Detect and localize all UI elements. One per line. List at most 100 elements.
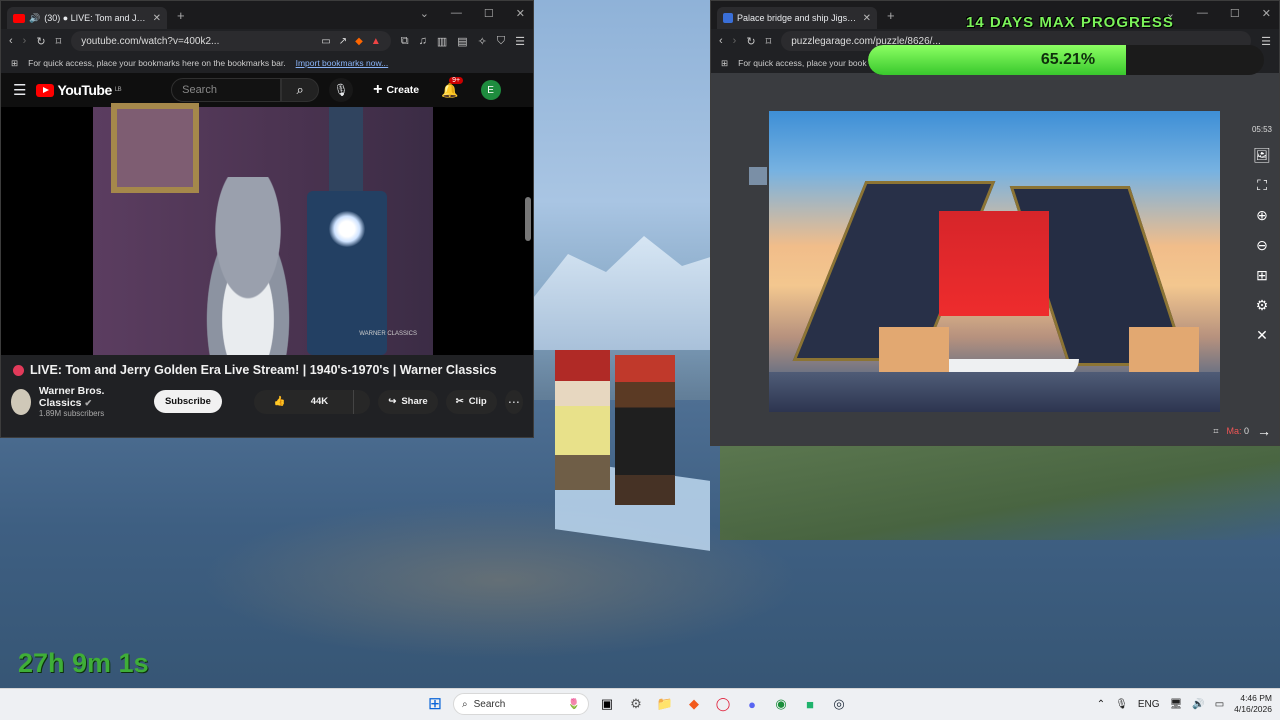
close-tab-icon[interactable]: ✕ <box>153 13 161 24</box>
page-scrollbar[interactable] <box>525 197 531 241</box>
youtube-favicon-icon <box>13 13 25 23</box>
tab-youtube[interactable]: 🔊 (30) ● LIVE: Tom and Jerry G ✕ <box>7 7 167 29</box>
discord-icon[interactable]: ● <box>741 693 763 715</box>
import-bookmarks-link[interactable]: Import bookmarks now... <box>296 58 389 68</box>
search-icon: ⌕ <box>462 698 468 710</box>
windows-start-icon[interactable]: ⊞ <box>424 693 446 715</box>
sort-pieces-icon[interactable]: ⊞ <box>1256 267 1268 284</box>
microphone-icon[interactable]: 🎙 <box>1115 699 1128 710</box>
tab-puzzle[interactable]: Palace bridge and ship Jigsaw P ✕ <box>717 7 877 29</box>
maximize-icon[interactable]: ☐ <box>484 7 494 20</box>
game-app-icon[interactable]: ■ <box>799 693 821 715</box>
search-button[interactable]: ⌕ <box>281 78 320 102</box>
close-tab-icon[interactable]: ✕ <box>863 13 871 24</box>
verified-icon: ✔ <box>84 398 92 408</box>
vpn-icon[interactable]: ⛉ <box>497 35 505 48</box>
moves-label: Ma: 0 <box>1226 426 1249 436</box>
brave-browser-icon[interactable]: ◆ <box>683 693 705 715</box>
back-icon[interactable]: ‹ <box>9 35 13 47</box>
bookmark-icon[interactable]: ⌑ <box>56 35 62 48</box>
settings-icon[interactable]: ⚙ <box>625 693 647 715</box>
channel-name[interactable]: Warner Bros. Classics ✔ <box>39 385 132 409</box>
thumbs-up-icon: 👍 <box>273 396 286 407</box>
youtube-logo[interactable]: YouTube LB <box>36 82 122 98</box>
apps-grid-icon[interactable]: ⊞ <box>11 58 18 69</box>
bookmark-icon[interactable]: ⌑ <box>766 35 772 48</box>
rewards-icon[interactable]: ▲ <box>371 36 381 47</box>
new-tab-icon[interactable]: + <box>177 8 185 23</box>
opera-icon[interactable]: ◯ <box>712 693 734 715</box>
music-icon[interactable]: ♫ <box>419 35 427 47</box>
puzzle-board[interactable]: 05:53 🖼 ⛶ ⊕ ⊖ ⊞ ⚙ ✕ ⌗ Ma: 0 → <box>711 73 1279 445</box>
create-button[interactable]: + Create <box>373 81 419 99</box>
steam-icon[interactable]: ◎ <box>828 693 850 715</box>
chevron-down-icon[interactable]: ⌄ <box>420 7 429 20</box>
task-view-icon[interactable]: ▣ <box>596 693 618 715</box>
player-character-2 <box>615 355 675 505</box>
network-icon[interactable]: 🖥 <box>1170 699 1183 710</box>
close-icon[interactable]: ✕ <box>1256 327 1268 344</box>
sidebar-icon[interactable]: ▥ <box>437 35 447 48</box>
puzzle-image[interactable] <box>769 111 1220 412</box>
share-button[interactable]: ↪ Share <box>378 389 438 414</box>
apps-grid-icon[interactable]: ⊞ <box>721 58 728 69</box>
zoom-in-icon[interactable]: ⊕ <box>1256 207 1268 224</box>
minimize-icon[interactable]: — <box>451 7 462 20</box>
account-avatar[interactable]: E <box>480 80 501 100</box>
cast-icon[interactable]: ▭ <box>321 36 330 47</box>
image-preview-icon[interactable]: 🖼 <box>1253 147 1271 164</box>
next-arrow-icon[interactable]: → <box>1257 423 1271 439</box>
dislike-button[interactable]: 👎 <box>353 389 370 414</box>
close-window-icon[interactable]: ✕ <box>516 7 525 20</box>
channel-avatar[interactable] <box>11 388 31 415</box>
minimize-icon[interactable]: — <box>1197 7 1208 20</box>
mic-icon: 🎙 <box>333 83 349 97</box>
fullscreen-icon[interactable]: ⛶ <box>1257 177 1267 194</box>
notifications-button[interactable]: 🔔 9+ <box>441 76 464 99</box>
leo-icon[interactable]: ✧ <box>478 35 487 48</box>
extension-icon[interactable]: ⧉ <box>401 35 409 48</box>
clock[interactable]: 4:46 PM 4/16/2026 <box>1234 693 1272 715</box>
hamburger-menu-icon[interactable]: ☰ <box>13 81 26 99</box>
settings-gear-icon[interactable]: ⚙ <box>1256 297 1269 314</box>
notification-badge: 9+ <box>449 76 464 84</box>
taskbar-apps: ⊞ ⌕ Search 🌷 ▣ ⚙ 📁 ◆ ◯ ● ◉ ■ ◎ <box>424 693 850 715</box>
more-actions-button[interactable]: ⋯ <box>504 389 524 414</box>
loose-puzzle-piece[interactable] <box>749 167 767 185</box>
taskbar-search[interactable]: ⌕ Search 🌷 <box>453 693 589 715</box>
chrome-icon[interactable]: ◉ <box>770 693 792 715</box>
thumbs-down-icon: 👎 <box>364 390 370 414</box>
clip-button[interactable]: ✂ Clip <box>445 389 497 414</box>
language-indicator[interactable]: ENG <box>1138 699 1160 710</box>
reload-icon[interactable]: ↻ <box>746 35 755 48</box>
share-page-icon[interactable]: ↗ <box>339 36 347 47</box>
back-icon[interactable]: ‹ <box>719 35 723 47</box>
voice-search-button[interactable]: 🎙 <box>329 78 354 102</box>
reload-icon[interactable]: ↻ <box>36 35 45 48</box>
like-button[interactable]: 👍 44K <box>254 390 348 414</box>
zoom-out-icon[interactable]: ⊖ <box>1256 237 1268 254</box>
scissors-icon: ✂ <box>455 396 464 407</box>
file-explorer-icon[interactable]: 📁 <box>654 693 676 715</box>
address-bar[interactable]: youtube.com/watch?v=400k2... ▭ ↗ ◆ ▲ <box>71 31 391 51</box>
search-input[interactable]: Search <box>171 78 282 102</box>
cartoon-cat <box>188 177 308 355</box>
video-player[interactable]: WARNER CLASSICS <box>1 103 533 355</box>
logo-text: YouTube <box>57 82 112 98</box>
tulips-icon: 🌷 <box>567 698 580 710</box>
speaker-icon[interactable]: 🔊 <box>29 13 40 24</box>
maximize-icon[interactable]: ☐ <box>1230 7 1240 20</box>
volume-icon[interactable]: 🔊 <box>1192 699 1204 710</box>
forward-icon[interactable]: › <box>733 35 737 47</box>
battery-icon[interactable]: ▭ <box>1215 699 1224 710</box>
new-tab-icon[interactable]: + <box>887 8 895 23</box>
youtube-header: ☰ YouTube LB Search ⌕ 🎙 + Create 🔔 9+ E <box>1 73 533 107</box>
subscribe-button[interactable]: Subscribe <box>153 390 222 413</box>
chevron-up-icon[interactable]: ⌃ <box>1097 699 1105 710</box>
menu-icon[interactable]: ☰ <box>515 35 525 48</box>
wallet-icon[interactable]: ▤ <box>457 35 467 48</box>
forward-icon[interactable]: › <box>23 35 27 47</box>
close-window-icon[interactable]: ✕ <box>1262 7 1271 20</box>
brave-shield-icon[interactable]: ◆ <box>355 36 363 47</box>
like-count: 44K <box>310 396 329 407</box>
